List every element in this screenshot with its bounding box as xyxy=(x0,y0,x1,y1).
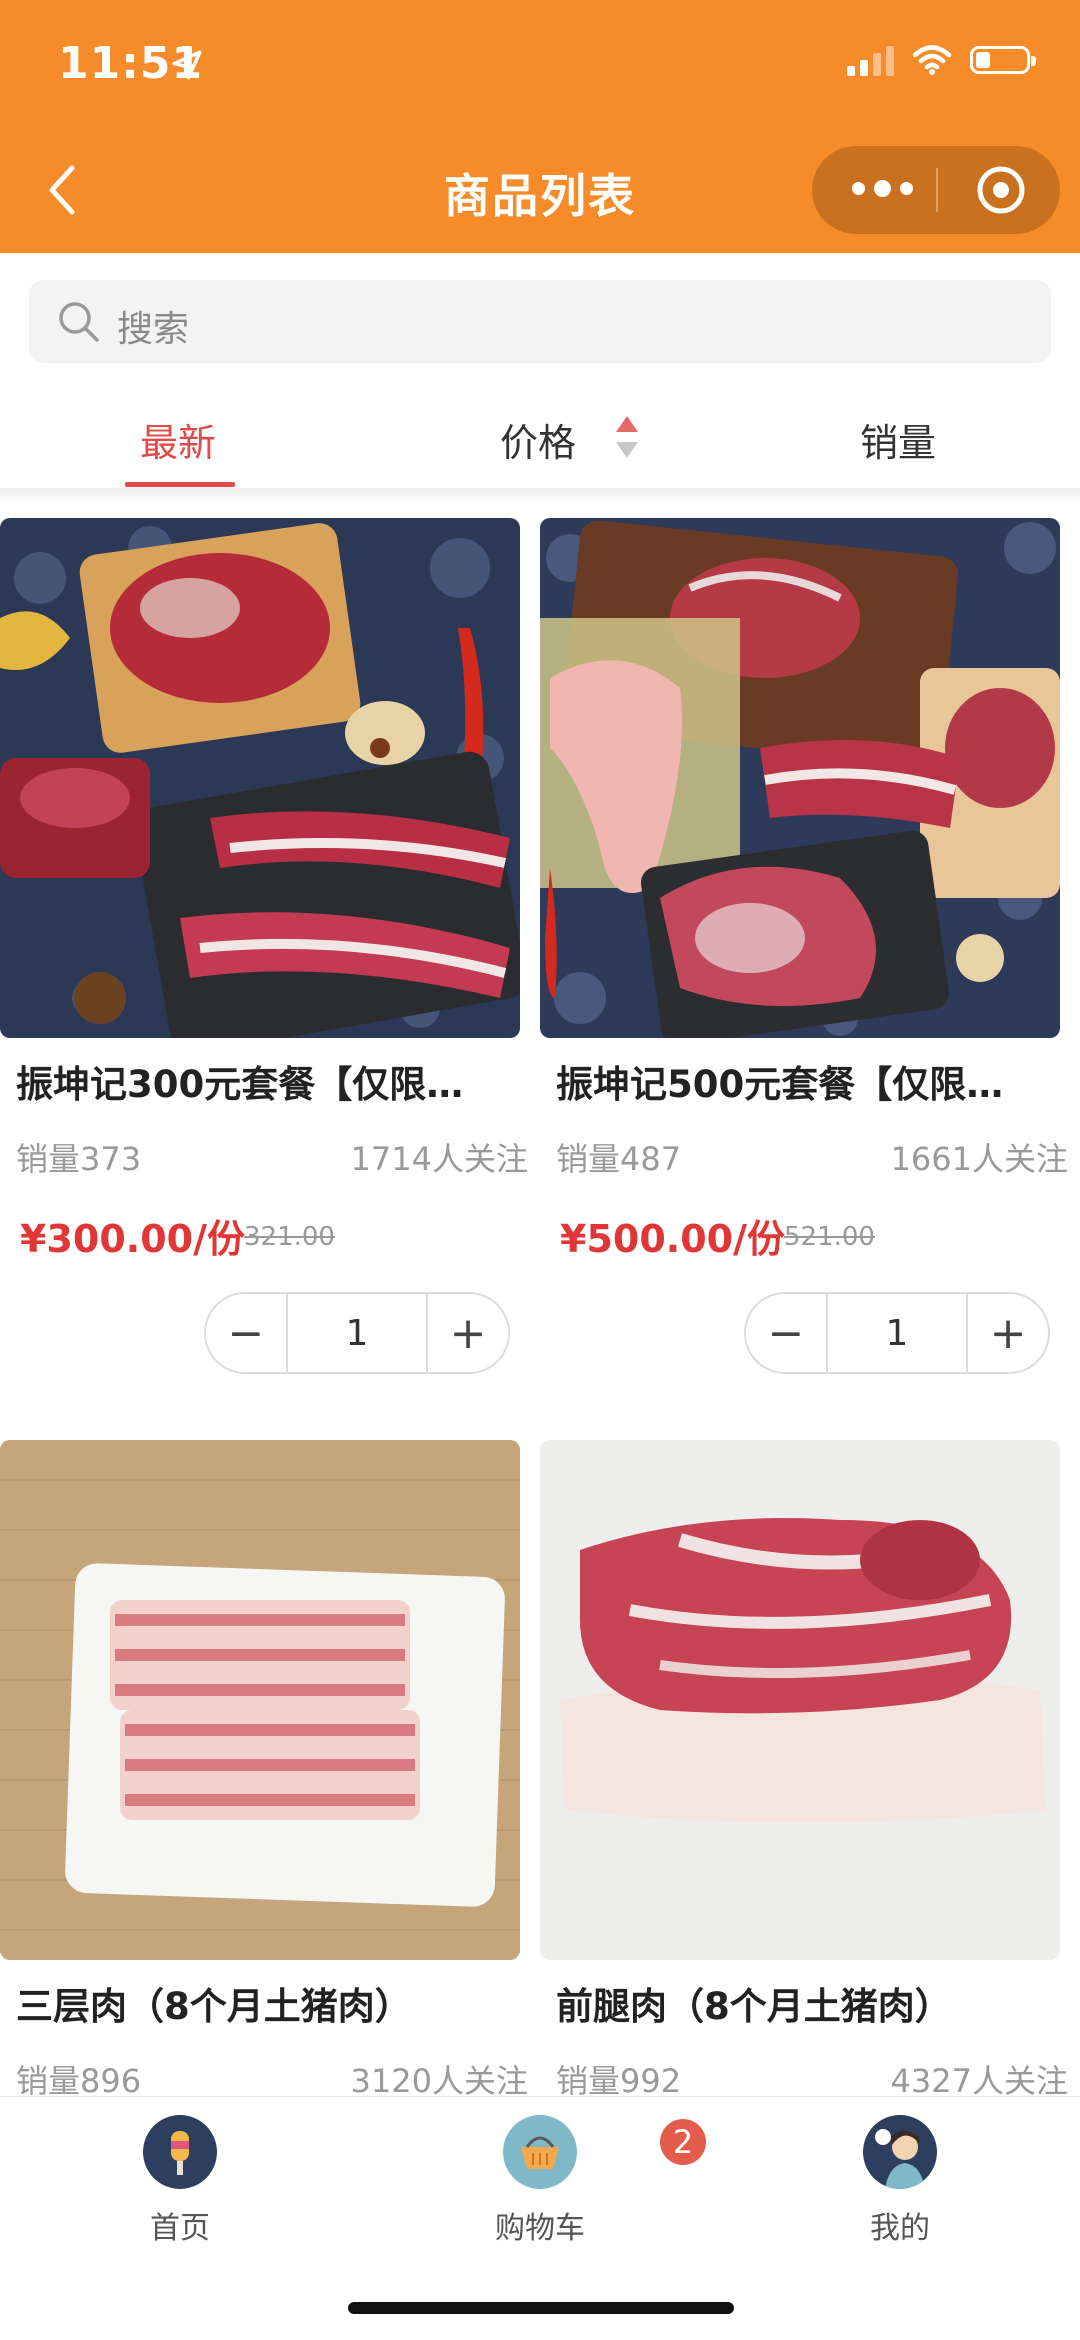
tab-price[interactable]: 价格 xyxy=(500,412,576,467)
product-name[interactable]: 三层肉（8个月土猪肉） xyxy=(16,1976,516,2030)
tabbar-mine-label: 我的 xyxy=(870,2211,930,2246)
active-tab-underline xyxy=(125,482,235,487)
tabs-divider xyxy=(0,488,1080,502)
product-original-price: 521.00 xyxy=(784,1222,875,1252)
product-image[interactable] xyxy=(540,518,1060,1038)
home-icon xyxy=(143,2115,217,2189)
tabbar-home-label: 首页 xyxy=(150,2211,210,2246)
product-image[interactable] xyxy=(0,1440,520,1960)
quantity-value[interactable]: 1 xyxy=(825,1294,969,1372)
tabbar-home[interactable]: 首页 xyxy=(100,2115,260,2247)
location-arrow-icon xyxy=(172,50,202,80)
signal-icon xyxy=(847,44,894,76)
search-input[interactable]: 搜索 xyxy=(29,280,1051,363)
product-followers: 1661人关注 xyxy=(890,1140,1068,1178)
tabbar-cart-label: 购物车 xyxy=(495,2211,585,2246)
product-name[interactable]: 前腿肉（8个月土猪肉） xyxy=(556,1976,1056,2030)
increase-button[interactable]: + xyxy=(428,1294,508,1372)
product-original-price: 321.00 xyxy=(244,1222,335,1252)
more-menu-icon[interactable] xyxy=(852,180,913,197)
cart-badge: 2 xyxy=(660,2119,706,2165)
product-price: ¥300.00/份 xyxy=(20,1217,245,1261)
search-icon xyxy=(59,302,99,342)
sort-tabs: 最新 价格 销量 xyxy=(0,380,1080,490)
decrease-button[interactable]: − xyxy=(206,1294,286,1372)
top-header: 11:51 商品列表 xyxy=(0,0,1080,253)
product-image[interactable] xyxy=(540,1440,1060,1960)
product-sales: 销量373 xyxy=(16,1140,142,1178)
product-followers: 1714人关注 xyxy=(350,1140,528,1178)
battery-icon xyxy=(970,46,1036,74)
tabbar-mine[interactable]: 我的 xyxy=(820,2115,980,2247)
tabbar-cart[interactable]: 购物车 xyxy=(460,2115,620,2247)
quantity-stepper: − 1 + xyxy=(744,1292,1050,1374)
product-image[interactable] xyxy=(0,518,520,1038)
close-mini-program-icon[interactable] xyxy=(975,164,1027,216)
tab-newest[interactable]: 最新 xyxy=(140,412,216,467)
cart-icon xyxy=(503,2115,577,2189)
status-indicators xyxy=(847,44,1036,76)
wifi-icon xyxy=(912,45,952,75)
sort-arrows-icon[interactable] xyxy=(612,412,642,464)
product-name[interactable]: 振坤记500元套餐【仅限… xyxy=(556,1054,1056,1108)
increase-button[interactable]: + xyxy=(968,1294,1048,1372)
user-icon xyxy=(863,2115,937,2189)
search-placeholder: 搜索 xyxy=(117,309,190,350)
mini-program-capsule xyxy=(812,146,1060,234)
quantity-value[interactable]: 1 xyxy=(285,1294,429,1372)
product-sales: 销量487 xyxy=(556,1140,682,1178)
tab-sales[interactable]: 销量 xyxy=(860,412,936,467)
quantity-stepper: − 1 + xyxy=(204,1292,510,1374)
home-indicator xyxy=(348,2302,734,2314)
product-name[interactable]: 振坤记300元套餐【仅限… xyxy=(16,1054,516,1108)
product-price: ¥500.00/份 xyxy=(560,1217,785,1261)
decrease-button[interactable]: − xyxy=(746,1294,826,1372)
